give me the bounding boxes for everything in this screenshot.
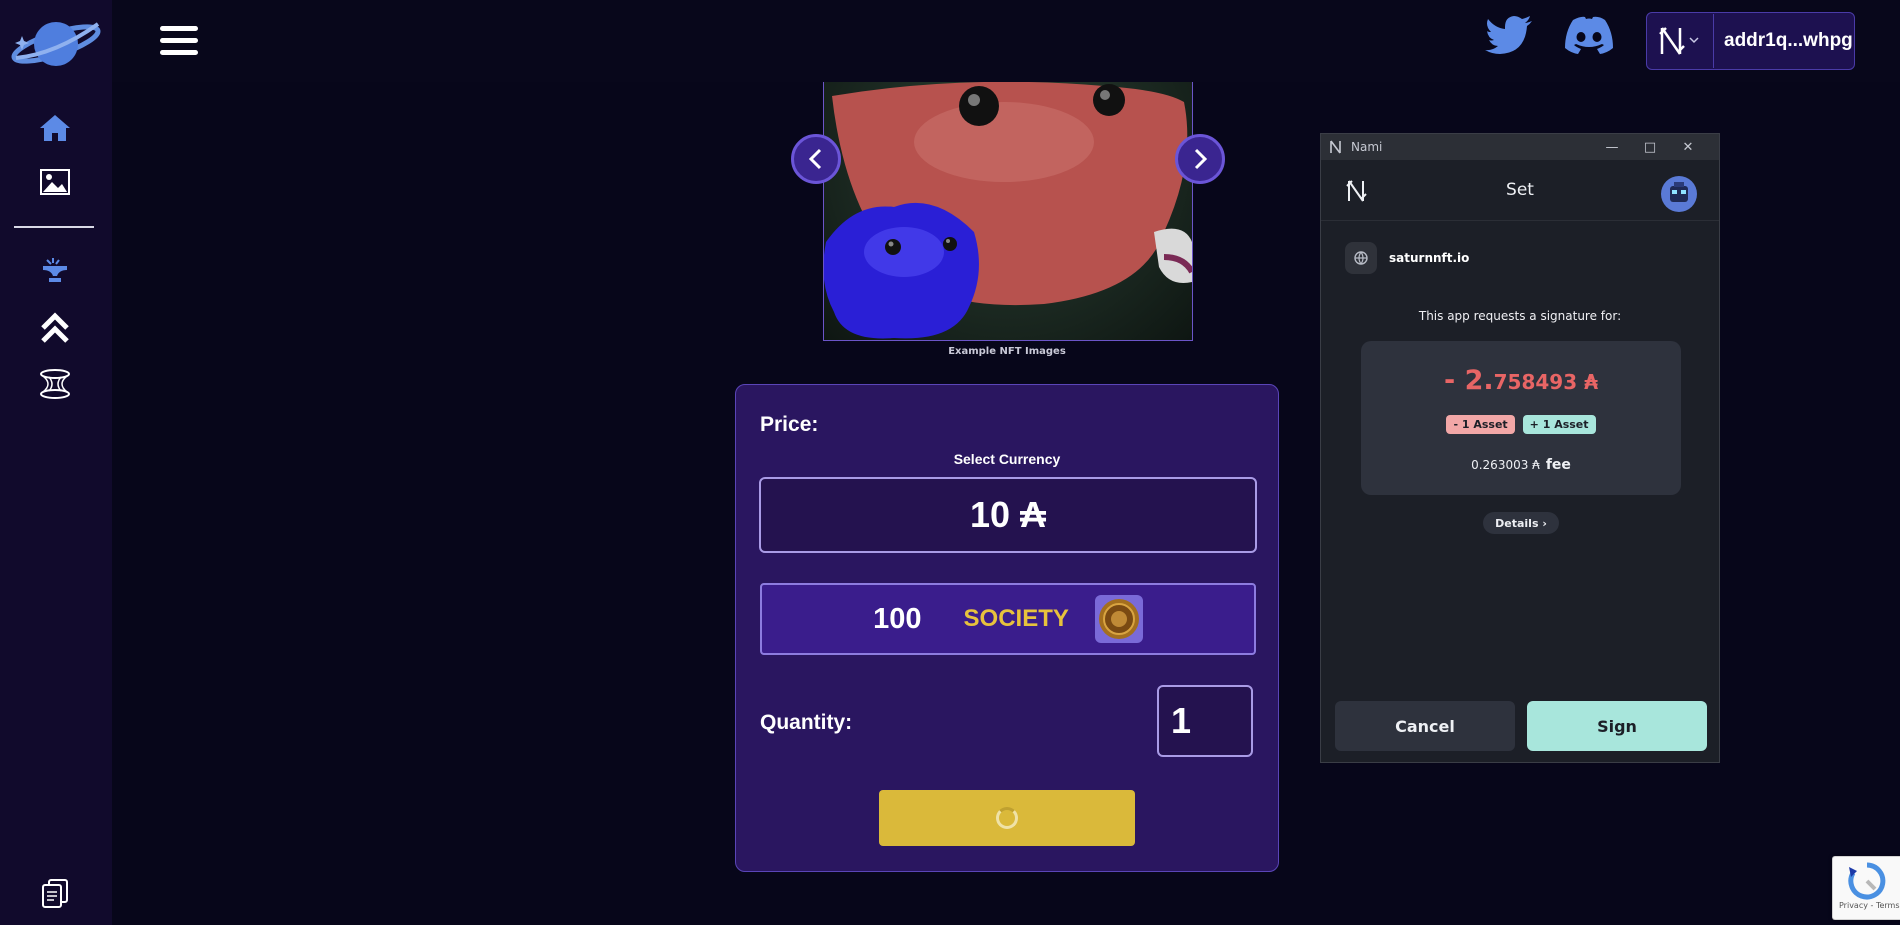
request-text: This app requests a signature for: <box>1418 309 1622 323</box>
transaction-amount: - 2.758493 ₳ <box>1443 365 1599 396</box>
cancel-button[interactable]: Cancel <box>1335 701 1515 751</box>
quantity-label: Quantity: <box>760 711 853 734</box>
transaction-summary: - 2.758493 ₳ - 1 Asset + 1 Asset 0.26300… <box>1361 341 1681 495</box>
previous-image-button[interactable] <box>791 134 841 184</box>
loading-spinner-icon <box>996 807 1018 829</box>
discord-icon[interactable] <box>1563 16 1615 64</box>
close-icon[interactable]: ✕ <box>1669 134 1707 160</box>
home-icon[interactable] <box>37 110 73 146</box>
society-coin-icon <box>1094 595 1143 643</box>
maximize-icon[interactable]: □ <box>1631 134 1669 160</box>
documents-icon[interactable] <box>37 876 73 912</box>
portal-icon[interactable] <box>37 366 73 402</box>
chevrons-up-icon[interactable] <box>37 310 73 346</box>
details-button[interactable]: Details › <box>1483 512 1559 534</box>
minimize-icon[interactable]: — <box>1593 134 1631 160</box>
recaptcha-icon <box>1848 862 1886 900</box>
nft-preview-image <box>823 82 1193 341</box>
nami-titlebar: Nami — □ ✕ <box>1321 134 1719 160</box>
society-amount: 100 <box>873 602 922 635</box>
twitter-icon[interactable] <box>1485 16 1537 64</box>
nft-caption: Example NFT Images <box>948 346 1066 357</box>
sign-button[interactable]: Sign <box>1527 701 1707 751</box>
society-currency-option[interactable]: 100 SOCIETY <box>760 583 1256 655</box>
site-name: saturnnft.io <box>1389 251 1470 265</box>
wallet-button[interactable]: addr1q...whpg <box>1646 12 1855 70</box>
select-currency-label: Select Currency <box>953 451 1061 467</box>
sidebar <box>0 0 112 925</box>
saturn-logo[interactable] <box>8 14 102 76</box>
asset-out-badge: - 1 Asset <box>1446 415 1515 434</box>
wallet-address: addr1q...whpg <box>1724 30 1853 51</box>
sidebar-divider <box>14 226 94 228</box>
nami-wallet-window: Nami — □ ✕ Set saturnnft.io This app req… <box>1320 133 1720 763</box>
nami-header-title: Set <box>1506 180 1534 200</box>
nami-header-divider <box>1321 220 1719 221</box>
nami-logo-icon <box>1647 14 1714 68</box>
transaction-fee: 0.263003 ₳ fee <box>1471 457 1571 473</box>
account-avatar[interactable] <box>1661 176 1697 212</box>
purchase-button[interactable] <box>879 790 1135 846</box>
menu-icon[interactable] <box>160 26 198 56</box>
image-icon[interactable] <box>37 164 73 200</box>
asset-in-badge: + 1 Asset <box>1522 415 1596 434</box>
next-image-button[interactable] <box>1175 134 1225 184</box>
nami-window-title: Nami <box>1351 140 1383 154</box>
price-card: Price: Select Currency 10 ₳ 100 SOCIETY … <box>735 384 1279 872</box>
asset-badges: - 1 Asset + 1 Asset <box>1361 415 1681 434</box>
price-label: Price: <box>760 413 819 436</box>
recaptcha-badge[interactable]: Privacy - Terms <box>1832 856 1900 920</box>
globe-icon <box>1345 242 1377 274</box>
quantity-input[interactable]: 1 <box>1157 685 1253 757</box>
society-token-name: SOCIETY <box>963 605 1069 632</box>
nami-small-logo-icon <box>1330 140 1341 154</box>
anvil-icon[interactable] <box>37 254 73 290</box>
ada-currency-option[interactable]: 10 ₳ <box>759 477 1257 553</box>
top-bar <box>112 0 1900 82</box>
recaptcha-links[interactable]: Privacy - Terms <box>1839 901 1900 910</box>
requesting-site: saturnnft.io <box>1345 242 1469 274</box>
nami-header: Set <box>1321 160 1719 220</box>
